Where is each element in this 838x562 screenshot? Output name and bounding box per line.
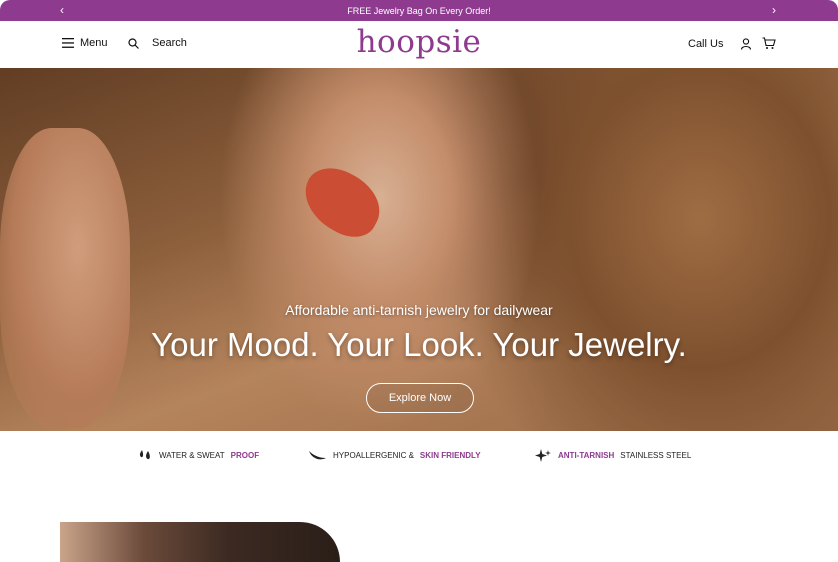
cart-button[interactable] bbox=[762, 37, 776, 55]
hero-banner: Affordable anti-tarnish jewelry for dail… bbox=[0, 68, 838, 431]
cart-icon bbox=[762, 37, 776, 49]
feature-water-proof: WATER & SWEAT PROOF bbox=[138, 449, 259, 461]
hero-subtitle: Affordable anti-tarnish jewelry for dail… bbox=[285, 302, 553, 318]
feature-water-highlight: PROOF bbox=[230, 450, 260, 460]
product-preview-image bbox=[60, 522, 340, 562]
hero-title: Your Mood. Your Look. Your Jewelry. bbox=[151, 326, 687, 363]
sparkle-icon bbox=[535, 449, 551, 462]
feature-water-text: WATER & SWEAT bbox=[159, 450, 225, 460]
explore-now-button[interactable]: Explore Now bbox=[366, 383, 474, 413]
call-us-link[interactable]: Call Us bbox=[688, 38, 723, 50]
feature-skin-highlight: SKIN FRIENDLY bbox=[419, 450, 481, 460]
feature-skin-text: HYPOALLERGENIC & bbox=[333, 450, 414, 460]
leaf-icon bbox=[309, 451, 326, 460]
feature-skin-friendly: HYPOALLERGENIC & SKIN FRIENDLY bbox=[308, 449, 481, 461]
user-icon bbox=[740, 38, 752, 50]
droplets-icon bbox=[139, 450, 150, 460]
hero-overlay bbox=[0, 68, 838, 431]
announcement-bar: ‹ FREE Jewelry Bag On Every Order! › bbox=[0, 0, 838, 21]
feature-tarnish-highlight: ANTI-TARNISH bbox=[558, 451, 615, 460]
announcement-next-arrow-icon[interactable]: › bbox=[772, 3, 776, 17]
feature-strip: WATER & SWEAT PROOF HYPOALLERGENIC & SKI… bbox=[0, 431, 838, 477]
announcement-text: FREE Jewelry Bag On Every Order! bbox=[347, 5, 491, 16]
feature-anti-tarnish: ANTI-TARNISH STAINLESS STEEL bbox=[535, 449, 691, 462]
feature-tarnish-text: STAINLESS STEEL bbox=[620, 451, 692, 460]
site-header: Menu Search hoopsie Call Us bbox=[0, 21, 838, 69]
account-button[interactable] bbox=[740, 37, 752, 55]
announcement-prev-arrow-icon[interactable]: ‹ bbox=[60, 3, 64, 17]
